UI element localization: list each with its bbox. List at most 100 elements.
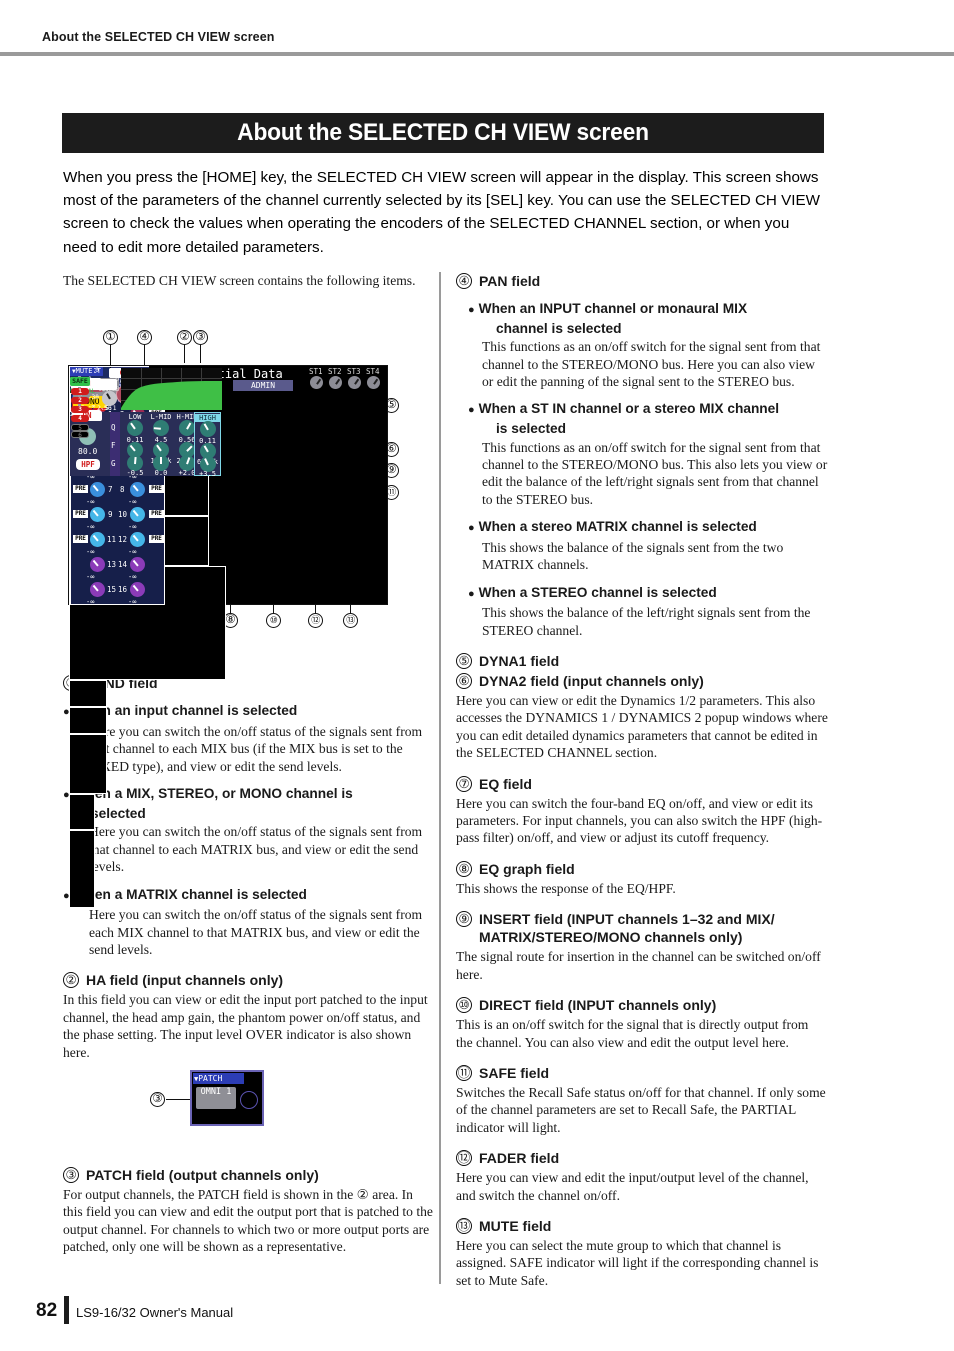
send-pre-button[interactable]: PRE [149, 510, 164, 518]
section-body: Here you can view and edit the input/out… [456, 1170, 809, 1203]
section-heading: EQ field [479, 775, 532, 792]
section-body: Here you can view or edit the Dynamics 1… [456, 693, 828, 761]
send-pre-button[interactable]: PRE [73, 485, 88, 493]
mute-group-4[interactable]: 4 [71, 415, 89, 422]
st2-label: ST2 [328, 367, 342, 376]
send-knob[interactable] [130, 532, 145, 547]
page-number: 82 [36, 1300, 58, 1321]
send-knob[interactable] [90, 532, 105, 547]
patch-header[interactable]: ▼PATCH [193, 1073, 244, 1084]
eq-q-knob[interactable] [127, 420, 143, 436]
lead-in-text: The SELECTED CH VIEW screen contains the… [63, 273, 416, 288]
section-heading: EQ graph field [479, 860, 575, 877]
running-header: About the SELECTED CH VIEW screen [42, 30, 275, 44]
patch-port-button[interactable]: OMNI 1 [196, 1087, 236, 1109]
leader-line [184, 345, 186, 363]
send-knob[interactable] [90, 507, 105, 522]
leader-line [110, 345, 112, 367]
send-knob[interactable] [130, 582, 145, 597]
eq-q-label: Q [111, 423, 116, 432]
bullet-heading: ● When a MATRIX channel is selected [63, 886, 307, 902]
mute-group-3[interactable]: 3 [71, 406, 89, 413]
mute-header[interactable]: ▼MUTE [70, 367, 95, 376]
st4-label: ST4 [366, 367, 380, 376]
section-heading: FADER field [479, 1150, 560, 1167]
send-index: 14 [118, 560, 128, 569]
hpf-frequency-value: 80.0 [78, 447, 98, 456]
callout-2: ② [177, 330, 192, 345]
eq-graph-field[interactable] [121, 368, 222, 410]
send-index: 10 [118, 510, 128, 519]
st-in-section: ST1 ST2 ST3 ST4 [307, 367, 385, 391]
safe-field-panel[interactable]: ▼SAFE ON PARTIAL [69, 367, 95, 830]
mute-group-2[interactable]: 2 [71, 397, 89, 404]
eq-g-value: 0.0 [154, 469, 168, 477]
send-pre-button[interactable]: PRE [149, 485, 164, 493]
section-ha-field: ② HA field (input channels only) In this… [63, 971, 435, 1061]
bullet-body: This functions as an on/off switch for t… [482, 439, 828, 507]
fader-field-panel[interactable]: -10 0 -10 -30 -∞ Σ 0.00 ON [69, 367, 107, 794]
send-knob[interactable] [90, 582, 105, 597]
send-row[interactable]: 15 -∞ 16 -∞ [73, 581, 164, 613]
section-heading: HA field (input channels only) [86, 972, 284, 989]
send-knob[interactable] [130, 507, 145, 522]
direct-field-panel[interactable]: ▼DIRECT ON [69, 367, 107, 734]
eq-band-low[interactable]: LOW 0.11 190 -0.5 [122, 412, 148, 477]
send-pre-button[interactable]: PRE [149, 535, 164, 543]
bullet-heading: ● When an INPUT channel or monaural MIX ch… [468, 301, 748, 336]
send-value: -∞ [128, 498, 137, 506]
eq-q-knob[interactable] [153, 420, 169, 436]
eq-q-knob[interactable] [200, 421, 216, 437]
eq-g-label: G [111, 459, 116, 468]
hpf-on-button[interactable]: HPF [76, 459, 100, 470]
st2-knob[interactable] [329, 376, 342, 389]
send-index: 13 [107, 560, 117, 569]
section-heading: PAN field [479, 273, 541, 289]
send-value: -∞ [86, 498, 95, 506]
send-knob[interactable] [90, 482, 105, 497]
column-divider [439, 272, 441, 1284]
section-body: This shows the response of the EQ/HPF. [456, 880, 676, 896]
st1-knob[interactable] [310, 376, 323, 389]
mute-safe-indicator[interactable]: SAFE [70, 377, 90, 386]
send-index: 7 [108, 485, 113, 494]
eq-band-high[interactable]: HIGH 0.11 6.70k +3.5 [194, 412, 221, 478]
send-pre-button[interactable]: PRE [73, 510, 88, 518]
section-body: The signal route for insertion in the ch… [456, 949, 821, 982]
send-knob[interactable] [130, 482, 145, 497]
user-level-badge[interactable]: ADMIN [233, 380, 293, 391]
section-heading: INSERT field (INPUT channels 1–32 and MI… [479, 911, 775, 946]
patch-knob[interactable] [240, 1091, 258, 1109]
callout-13: ⑬ [343, 613, 358, 628]
section-number: ⑤ [456, 653, 472, 670]
eq-g-value: -0.5 [126, 469, 144, 477]
mute-group-1[interactable]: 1 [71, 388, 89, 395]
send-knob[interactable] [130, 557, 145, 572]
insert-field-panel[interactable]: ▼INSERT ON [69, 367, 107, 707]
send-value: -∞ [86, 548, 95, 556]
section-heading: SAFE field [479, 1064, 550, 1081]
st3-knob[interactable] [348, 376, 361, 389]
bullet-body: This shows the balance of the left/right… [482, 605, 811, 638]
send-knob[interactable] [90, 557, 105, 572]
section-number: ⑫ [456, 1150, 472, 1167]
lcd-screen[interactable]: CH 1 ch 1 000 Initial Data R E [68, 365, 388, 908]
section-number: ⑥ [456, 673, 472, 690]
eq-q-knob[interactable] [179, 420, 195, 436]
callout-10: ⑩ [266, 613, 281, 628]
patch-panel[interactable]: ▼PATCH OMNI 1 [190, 1070, 264, 1126]
section-fader-field: ⑫ FADER field Here you can view and edit… [456, 1149, 828, 1204]
patch-field-figure: ③ ▼PATCH OMNI 1 [150, 1070, 290, 1132]
section-body: For output channels, the PATCH field is … [63, 1187, 433, 1255]
eq-band-lmid[interactable]: L-MID 4.5 1.00k 0.0 [148, 412, 174, 477]
mute-group-5[interactable]: 5 [71, 424, 89, 432]
mute-field-panel[interactable]: ▼MUTE SAFE 1 2 3 4 5 6 [69, 367, 95, 908]
callout-3: ③ [193, 330, 208, 345]
send-index: 12 [118, 535, 128, 544]
section-number: ⑦ [456, 775, 472, 792]
st4-knob[interactable] [367, 376, 380, 389]
send-pre-button[interactable]: PRE [73, 535, 88, 543]
send-value: -∞ [86, 573, 95, 581]
eq-g-value: +3.5 [199, 470, 216, 478]
mute-group-6[interactable]: 6 [71, 431, 89, 439]
